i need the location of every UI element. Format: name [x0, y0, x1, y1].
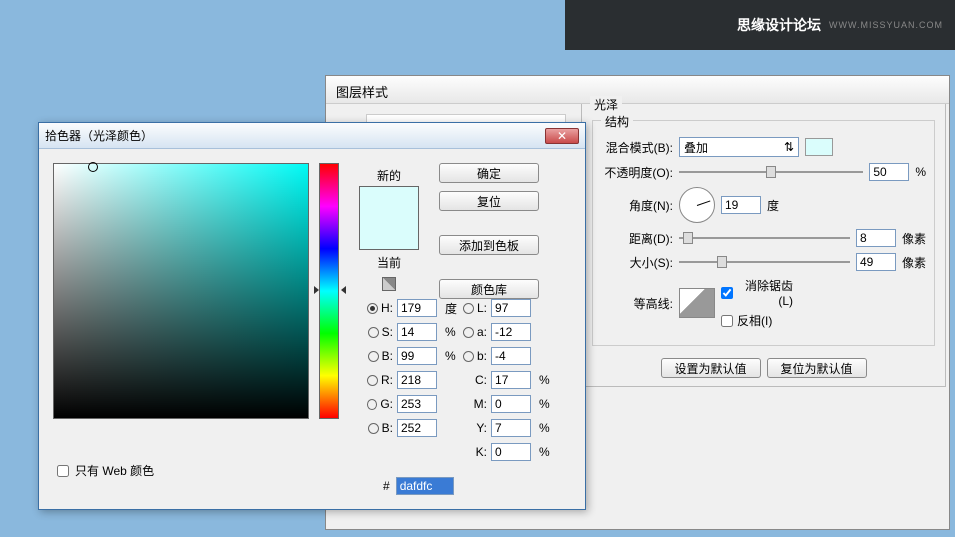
color-values-grid: H:度 L: S:% a: B:% b: R: C:% G: M:% B: Y:… — [367, 299, 550, 461]
saturation-field[interactable] — [53, 163, 309, 419]
satin-group: 光泽 结构 混合模式(B): 叠加 ⇅ 不透明度(O): % — [581, 104, 946, 387]
close-button[interactable]: ✕ — [545, 128, 579, 144]
opacity-slider[interactable] — [679, 164, 863, 180]
hue-pointer — [314, 286, 346, 294]
ok-button[interactable]: 确定 — [439, 163, 539, 183]
hue-slider[interactable] — [319, 163, 339, 419]
cube-icon[interactable] — [382, 277, 396, 291]
opacity-label: 不透明度(O): — [601, 164, 673, 181]
picker-title: 拾色器（光泽颜色） — [45, 127, 153, 144]
a-radio[interactable] — [463, 327, 474, 338]
bl-radio[interactable] — [368, 423, 379, 434]
structure-label: 结构 — [601, 113, 633, 130]
hex-input[interactable] — [396, 477, 454, 495]
new-label: 新的 — [377, 167, 401, 184]
g-radio[interactable] — [367, 399, 377, 410]
close-icon: ✕ — [557, 129, 567, 143]
r-radio[interactable] — [367, 375, 378, 386]
hex-row: # — [383, 477, 454, 495]
b-radio[interactable] — [368, 351, 379, 362]
size-slider[interactable] — [679, 254, 850, 270]
c-input[interactable] — [491, 371, 531, 389]
angle-dial[interactable] — [679, 187, 715, 223]
watermark-en: WWW.MISSYUAN.COM — [829, 20, 943, 30]
distance-input[interactable] — [856, 229, 896, 247]
color-cursor — [88, 162, 98, 172]
invert-checkbox[interactable]: 反相(I) — [721, 312, 793, 329]
m-input[interactable] — [491, 395, 531, 413]
contour-picker[interactable] — [679, 288, 715, 318]
distance-label: 距离(D): — [601, 230, 673, 247]
current-label: 当前 — [377, 254, 401, 271]
l-input[interactable] — [491, 299, 531, 317]
l-radio[interactable] — [463, 303, 474, 314]
h-input[interactable] — [397, 299, 437, 317]
b-input[interactable] — [397, 347, 437, 365]
make-default-button[interactable]: 设置为默认值 — [661, 358, 761, 378]
picker-titlebar[interactable]: 拾色器（光泽颜色） ✕ — [39, 123, 585, 149]
y-input[interactable] — [491, 419, 531, 437]
b2-input[interactable] — [491, 347, 531, 365]
size-input[interactable] — [856, 253, 896, 271]
cancel-button[interactable]: 复位 — [439, 191, 539, 211]
size-label: 大小(S): — [601, 254, 673, 271]
color-picker-dialog: 拾色器（光泽颜色） ✕ 新的 当前 确定 复位 添加到色板 颜色库 H:度 L:… — [38, 122, 586, 510]
s-input[interactable] — [397, 323, 437, 341]
s-radio[interactable] — [368, 327, 379, 338]
web-only-checkbox[interactable]: 只有 Web 颜色 — [57, 462, 154, 479]
reset-default-button[interactable]: 复位为默认值 — [767, 358, 867, 378]
g-input[interactable] — [397, 395, 437, 413]
color-library-button[interactable]: 颜色库 — [439, 279, 539, 299]
chevron-updown-icon: ⇅ — [784, 140, 794, 154]
add-swatch-button[interactable]: 添加到色板 — [439, 235, 539, 255]
watermark-bar: 思缘设计论坛 WWW.MISSYUAN.COM — [565, 0, 955, 50]
a-input[interactable] — [491, 323, 531, 341]
angle-label: 角度(N): — [601, 197, 673, 214]
distance-slider[interactable] — [679, 230, 850, 246]
layer-style-title: 图层样式 — [326, 76, 949, 104]
watermark-cn: 思缘设计论坛 — [737, 15, 821, 35]
group-label: 光泽 — [590, 96, 622, 113]
angle-input[interactable] — [721, 196, 761, 214]
color-preview — [359, 186, 419, 250]
antialias-checkbox[interactable]: 消除锯齿(L) — [721, 277, 793, 308]
blend-mode-label: 混合模式(B): — [601, 139, 673, 156]
b2-radio[interactable] — [463, 351, 474, 362]
blend-color-swatch[interactable] — [805, 138, 833, 156]
hash-label: # — [383, 479, 390, 493]
h-radio[interactable] — [367, 303, 378, 314]
blend-mode-select[interactable]: 叠加 ⇅ — [679, 137, 799, 157]
r-input[interactable] — [397, 371, 437, 389]
structure-group: 结构 混合模式(B): 叠加 ⇅ 不透明度(O): % 角度(N): — [592, 120, 935, 346]
opacity-input[interactable] — [869, 163, 909, 181]
contour-label: 等高线: — [601, 295, 673, 312]
bl-input[interactable] — [397, 419, 437, 437]
k-input[interactable] — [491, 443, 531, 461]
